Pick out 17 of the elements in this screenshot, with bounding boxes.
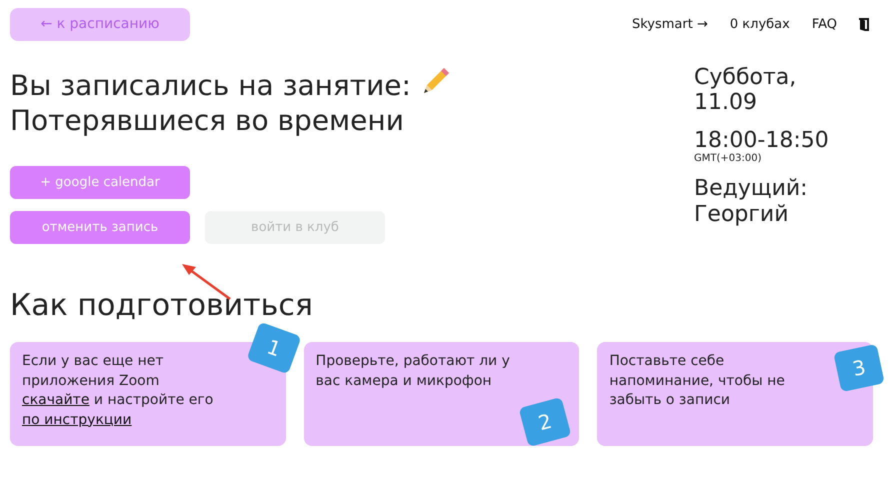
section-title: Как подготовиться — [10, 288, 313, 323]
step-number: 3 — [833, 344, 885, 392]
step-number: 2 — [518, 396, 572, 448]
event-host: Ведущий: Георгий — [694, 176, 809, 227]
event-date: Суббота, 11.09 — [694, 65, 798, 116]
step-text: Если у вас еще нет приложения Zoom скачайте и настройте его по инструкции — [22, 352, 214, 430]
nav-link[interactable]: Skysmart → — [632, 14, 708, 34]
instruction-link[interactable]: скачайте — [22, 392, 90, 408]
page-title: Вы записались на занятие: Потерявшиеся во времени — [10, 69, 452, 137]
timezone: GMT(+03:00) — [694, 152, 762, 164]
step-number: 1 — [246, 322, 302, 374]
nav-link[interactable]: FAQ — [812, 14, 837, 34]
step-text: Проверьте, работают ли у вас камера и микрофон — [316, 352, 511, 391]
instruction-link[interactable]: по инструкции — [22, 412, 132, 428]
nav-link[interactable]: 0 клубах — [730, 14, 790, 34]
event-time: 18:00-18:50 — [694, 128, 829, 153]
step-text: Поставьте себе напоминание, чтобы не забыть о записи — [609, 352, 786, 410]
